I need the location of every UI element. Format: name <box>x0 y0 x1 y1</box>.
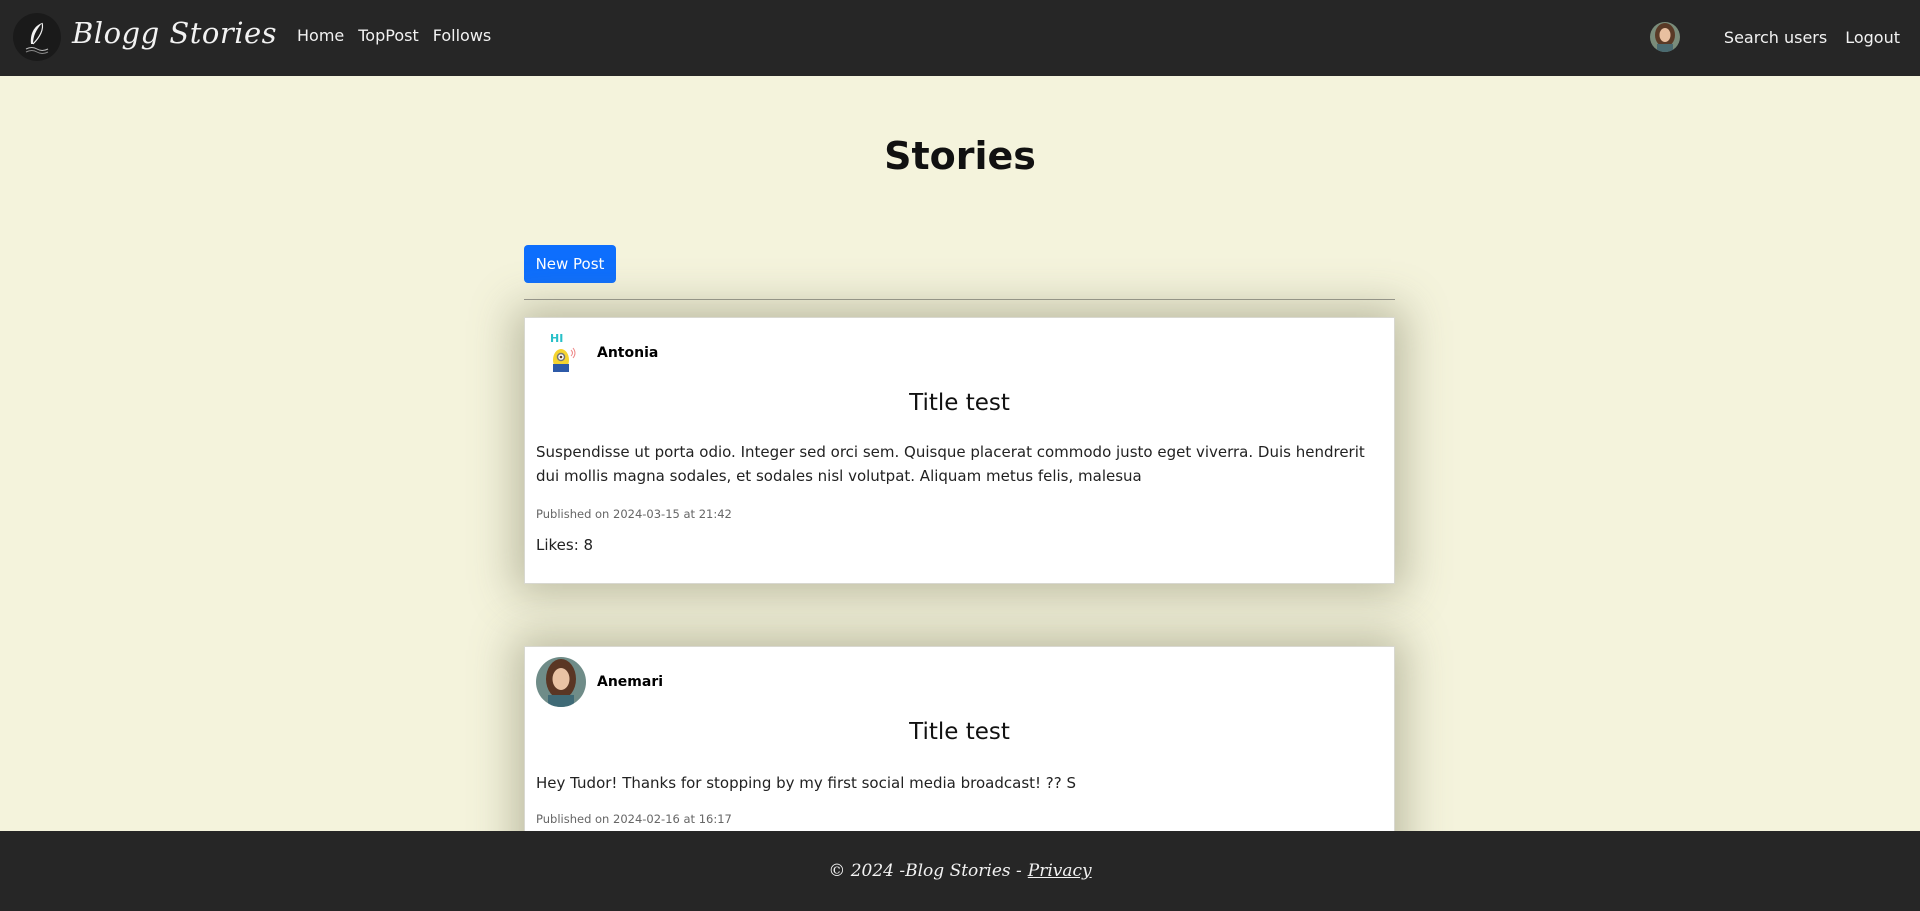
new-post-button[interactable]: New Post <box>524 245 616 283</box>
user-avatar[interactable] <box>1649 22 1680 52</box>
nav-toppost-link[interactable]: TopPost <box>358 26 418 45</box>
post-likes: Likes: 8 <box>536 536 594 554</box>
navbar: Blogg Stories Home TopPost Follows Searc… <box>0 0 1920 76</box>
post-author[interactable]: Antonia <box>597 345 658 361</box>
nav-home-link[interactable]: Home <box>297 26 344 45</box>
post-published-date: Published on 2024-02-16 at 16:17 <box>536 812 732 826</box>
author-avatar[interactable]: HI <box>536 328 586 378</box>
author-avatar[interactable] <box>536 657 586 707</box>
feather-logo-icon[interactable] <box>13 13 61 61</box>
privacy-link[interactable]: Privacy <box>1028 861 1092 881</box>
nav-right: Search users Logout <box>1649 22 1900 52</box>
post-published-date: Published on 2024-03-15 at 21:42 <box>536 507 732 521</box>
post-author[interactable]: Anemari <box>597 674 663 690</box>
svg-text:HI: HI <box>550 332 563 345</box>
post-title: Title test <box>909 390 1010 416</box>
post-card: HI Antonia Title test Suspendisse ut por… <box>524 317 1395 584</box>
nav-follows-link[interactable]: Follows <box>433 26 492 45</box>
footer-copyright: © 2024 -Blog Stories - <box>828 861 1022 881</box>
post-body: Suspendisse ut porta odio. Integer sed o… <box>536 443 1365 485</box>
post-header: HI Antonia <box>536 328 658 378</box>
logout-link[interactable]: Logout <box>1845 28 1900 47</box>
divider <box>524 299 1395 300</box>
main-nav: Home TopPost Follows <box>297 26 491 45</box>
post-title: Title test <box>909 719 1010 745</box>
post-header: Anemari <box>536 657 663 707</box>
page-title: Stories <box>884 134 1036 178</box>
brand-name[interactable]: Blogg Stories <box>72 16 277 50</box>
post-body: Hey Tudor! Thanks for stopping by my fir… <box>536 774 1077 792</box>
search-users-link[interactable]: Search users <box>1724 28 1827 47</box>
footer: © 2024 -Blog Stories - Privacy <box>0 831 1920 911</box>
